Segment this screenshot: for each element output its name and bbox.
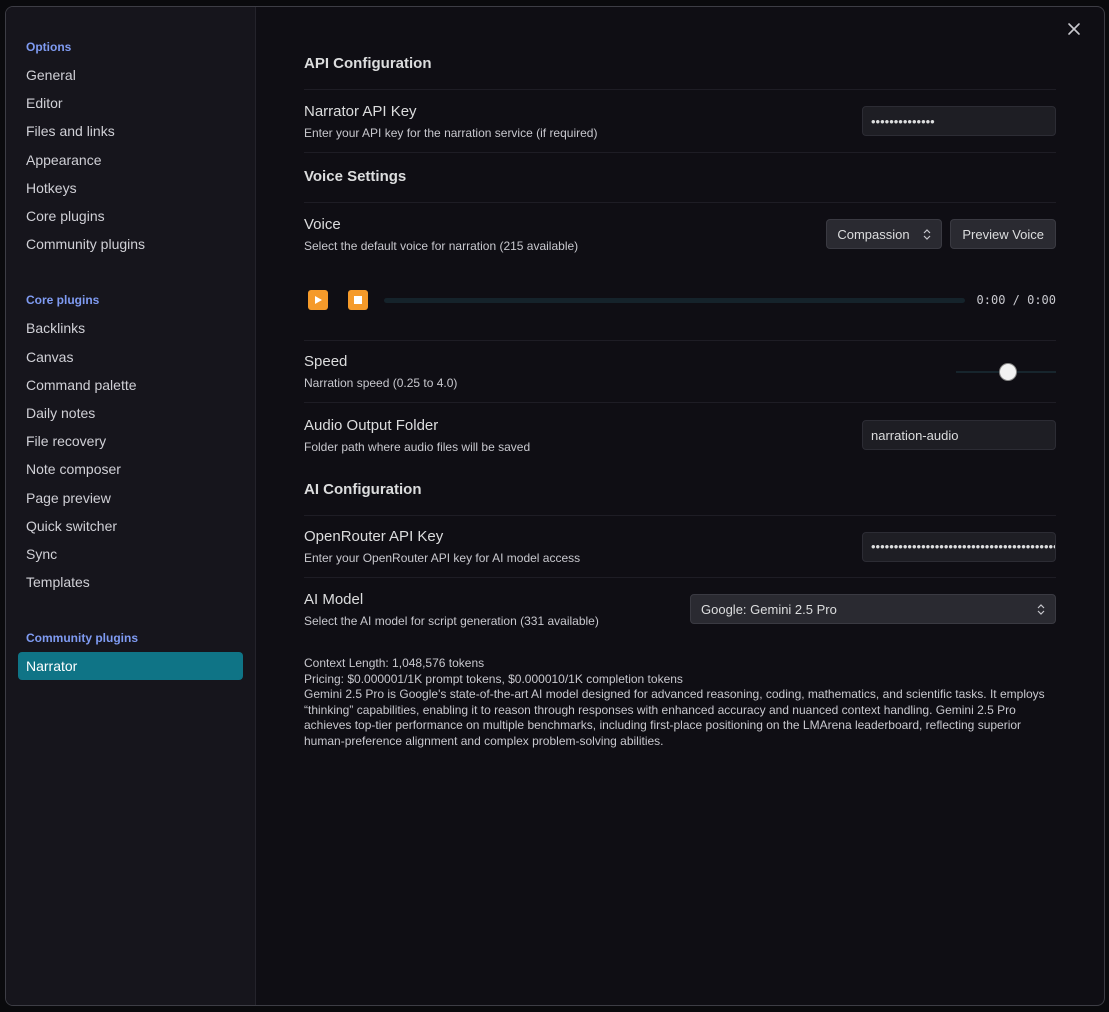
model-pricing: Pricing: $0.000001/1K prompt tokens, $0.…	[304, 671, 683, 686]
sidebar-item-note-composer[interactable]: Note composer	[18, 455, 243, 483]
sidebar-item-narrator[interactable]: Narrator	[18, 652, 243, 681]
setting-description: Select the default voice for narration (…	[304, 238, 579, 253]
ai-model-select[interactable]: Google: Gemini 2.5 Pro	[690, 594, 1056, 624]
settings-content: API Configuration Narrator API Key Enter…	[256, 7, 1104, 1005]
voice-controls: Compassion Preview Voice	[826, 219, 1056, 249]
voice-select[interactable]: Compassion	[826, 219, 943, 249]
sidebar-item-sync[interactable]: Sync	[18, 540, 243, 568]
model-context-length: Context Length: 1,048,576 tokens	[304, 656, 485, 670]
play-icon	[315, 296, 322, 304]
sidebar-item-quick-switcher[interactable]: Quick switcher	[18, 512, 243, 540]
player-divider	[304, 317, 1056, 341]
voice-select-value: Compassion	[837, 226, 910, 242]
setting-ai-model: AI Model Select the AI model for script …	[304, 578, 1056, 640]
openrouter-api-key-input[interactable]: ••••••••••••••••••••••••••••••••••••••••…	[862, 531, 1056, 562]
chevron-up-down-icon	[1037, 603, 1045, 615]
sidebar-item-file-recovery[interactable]: File recovery	[18, 427, 243, 455]
setting-name: AI Model	[304, 590, 364, 608]
settings-sidebar: Options General Editor Files and links A…	[6, 7, 256, 1005]
setting-description: Select the AI model for script generatio…	[304, 613, 599, 628]
stop-button[interactable]	[348, 290, 368, 310]
audio-time: 0:00 / 0:00	[976, 293, 1056, 307]
sidebar-item-core-plugins[interactable]: Core plugins	[18, 202, 243, 230]
close-button[interactable]	[1062, 17, 1086, 41]
audio-output-folder-input[interactable]: narration-audio	[862, 420, 1056, 450]
setting-name: Voice	[304, 215, 341, 233]
section-heading-ai: AI Configuration	[304, 481, 1056, 516]
sidebar-item-templates[interactable]: Templates	[18, 568, 243, 596]
settings-modal: Options General Editor Files and links A…	[5, 6, 1105, 1006]
setting-voice: Voice Select the default voice for narra…	[304, 203, 1056, 265]
narrator-api-key-input[interactable]: ••••••••••••••	[862, 106, 1056, 136]
stop-icon	[354, 296, 362, 304]
slider-thumb[interactable]	[999, 362, 1018, 381]
play-button[interactable]	[308, 290, 328, 310]
sidebar-heading-core-plugins: Core plugins	[26, 293, 100, 308]
sidebar-item-page-preview[interactable]: Page preview	[18, 483, 243, 511]
setting-audio-output-folder: Audio Output Folder Folder path where au…	[304, 403, 1056, 467]
setting-description: Folder path where audio files will be sa…	[304, 439, 531, 454]
sidebar-item-general[interactable]: General	[18, 61, 243, 89]
setting-name: Speed	[304, 353, 348, 370]
chevron-up-down-icon	[923, 228, 931, 240]
sidebar-item-canvas[interactable]: Canvas	[18, 343, 243, 371]
model-info: Context Length: 1,048,576 tokens Pricing…	[304, 656, 1056, 749]
audio-player: 0:00 / 0:00	[304, 283, 1056, 317]
section-heading-voice: Voice Settings	[304, 168, 1056, 203]
setting-description: Narration speed (0.25 to 4.0)	[304, 376, 458, 390]
setting-description: Enter your OpenRouter API key for AI mod…	[304, 551, 581, 565]
sidebar-item-hotkeys[interactable]: Hotkeys	[18, 174, 243, 202]
setting-openrouter-api-key: OpenRouter API Key Enter your OpenRouter…	[304, 516, 1056, 578]
sidebar-heading-options: Options	[26, 40, 72, 54]
audio-progress-track[interactable]	[384, 297, 965, 303]
sidebar-item-daily-notes[interactable]: Daily notes	[18, 399, 243, 427]
sidebar-item-editor[interactable]: Editor	[18, 89, 243, 117]
section-heading-api: API Configuration	[304, 55, 1056, 90]
setting-description: Enter your API key for the narration ser…	[304, 125, 598, 140]
setting-name: Audio Output Folder	[304, 416, 439, 434]
speed-slider[interactable]	[956, 362, 1056, 382]
sidebar-heading-community-plugins: Community plugins	[26, 631, 138, 646]
sidebar-item-backlinks[interactable]: Backlinks	[18, 314, 243, 342]
sidebar-item-community-plugins[interactable]: Community plugins	[18, 230, 243, 258]
setting-speed: Speed Narration speed (0.25 to 4.0)	[304, 341, 1056, 403]
setting-name: OpenRouter API Key	[304, 528, 444, 545]
setting-name: Narrator API Key	[304, 102, 417, 120]
sidebar-item-command-palette[interactable]: Command palette	[18, 371, 243, 399]
ai-model-select-value: Google: Gemini 2.5 Pro	[701, 601, 837, 617]
close-icon	[1068, 23, 1080, 35]
sidebar-item-appearance[interactable]: Appearance	[18, 146, 243, 174]
setting-narrator-api-key: Narrator API Key Enter your API key for …	[304, 90, 1056, 153]
model-description: Gemini 2.5 Pro is Google's state-of-the-…	[304, 687, 1045, 748]
preview-voice-button[interactable]: Preview Voice	[950, 219, 1056, 249]
sidebar-item-files-and-links[interactable]: Files and links	[18, 117, 243, 145]
